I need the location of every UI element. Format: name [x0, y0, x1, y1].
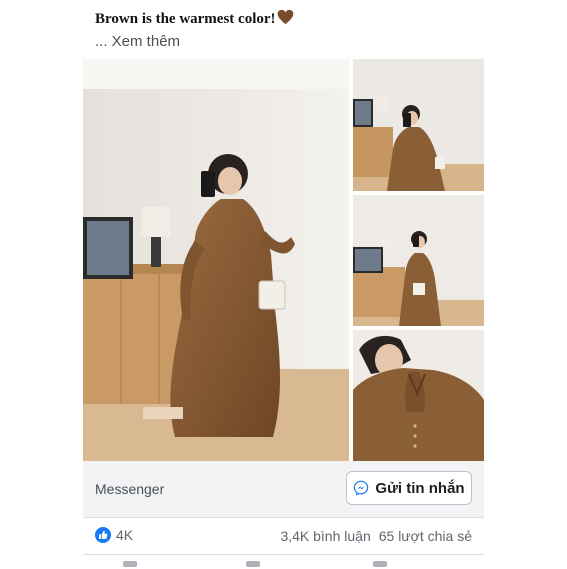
shares-count[interactable]: 65 lượt chia sẻ — [379, 528, 472, 544]
post-caption: Brown is the warmest color! ... Xem thêm — [95, 9, 495, 51]
caption-text: Brown is the warmest color! — [95, 11, 276, 27]
comment-action-icon[interactable] — [246, 561, 260, 567]
action-bar-partial — [83, 557, 484, 569]
photo-thumb-3[interactable] — [353, 330, 484, 461]
comments-count[interactable]: 3,4K bình luận — [280, 528, 370, 544]
photo-main[interactable] — [83, 59, 349, 461]
photo-thumb-2[interactable] — [353, 195, 484, 326]
comment-share-counts: 3,4K bình luận 65 lượt chia sẻ — [280, 528, 472, 544]
brown-heart-icon — [277, 9, 293, 25]
send-message-button[interactable]: Gửi tin nhắn — [346, 471, 472, 505]
cta-bar: Messenger Gửi tin nhắn — [83, 461, 484, 518]
likes-count: 4K — [116, 527, 134, 543]
like-icon — [95, 527, 111, 543]
like-action-icon[interactable] — [123, 561, 137, 567]
engagement-stats: 4K 3,4K bình luận 65 lượt chia sẻ — [83, 518, 484, 555]
photo-thumb-1[interactable] — [353, 59, 484, 191]
cta-label: Messenger — [95, 481, 165, 497]
send-message-label: Gửi tin nhắn — [375, 479, 465, 497]
see-more-link[interactable]: ... Xem thêm — [95, 33, 495, 51]
share-action-icon[interactable] — [373, 561, 387, 567]
post-caption-title: Brown is the warmest color! — [95, 9, 495, 29]
photo-gallery — [83, 59, 484, 461]
likes-summary[interactable]: 4K — [95, 527, 133, 543]
messenger-icon — [354, 480, 369, 496]
